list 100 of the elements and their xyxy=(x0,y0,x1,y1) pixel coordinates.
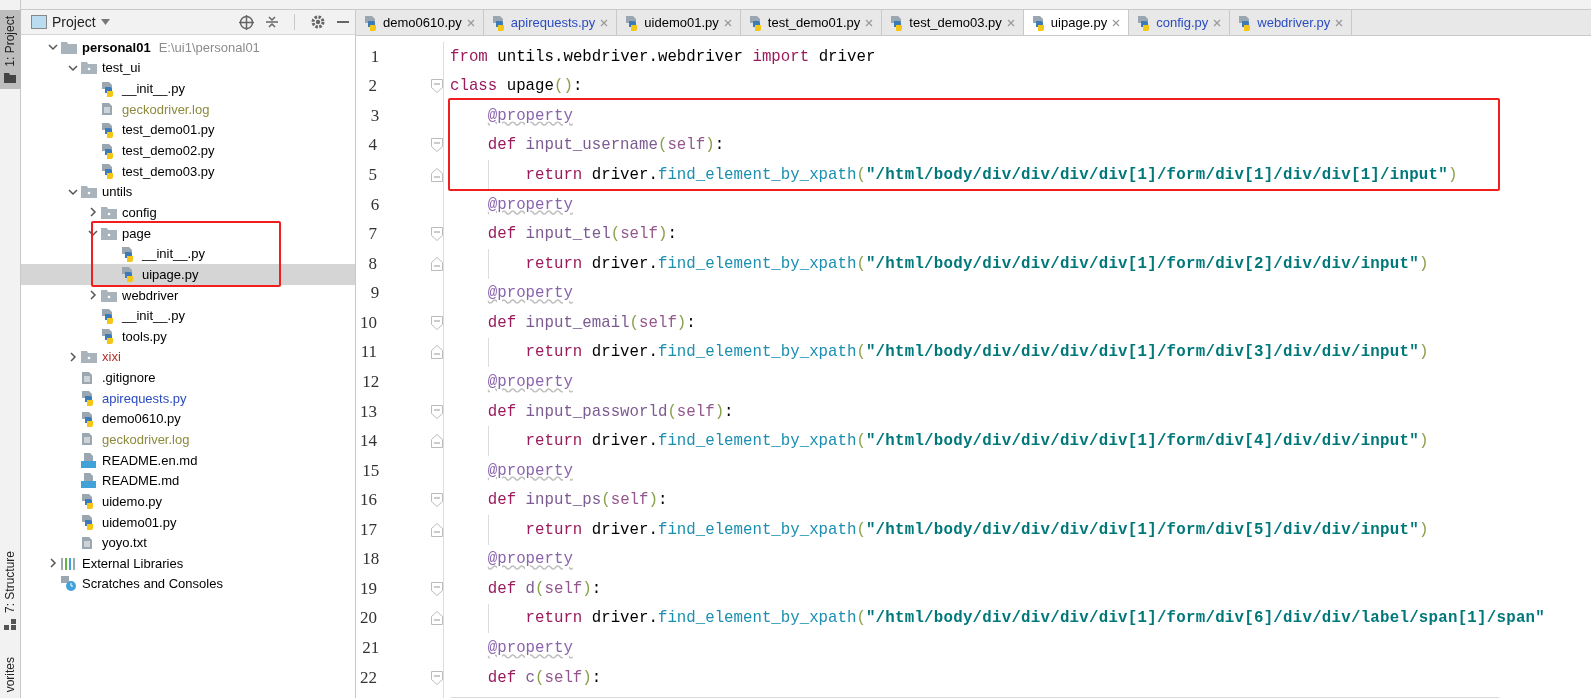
tree-item[interactable]: apirequests.py xyxy=(21,387,355,409)
line-number: 11 xyxy=(360,342,377,363)
fold-icon[interactable] xyxy=(431,315,443,330)
panel-title[interactable]: Project xyxy=(52,14,96,30)
code-line: def d(self): xyxy=(487,579,602,598)
code-line: def input_email(self): xyxy=(487,313,696,332)
tree-item[interactable]: README.md xyxy=(21,470,355,492)
tree-item[interactable]: xixi xyxy=(21,346,355,368)
collapsed-chevron-icon[interactable] xyxy=(88,290,98,300)
code-line: return driver.find_element_by_xpath("/html/body/div/div/div/div[1]/form/div[6]/div/div/label/span[1]/span" xyxy=(525,609,1545,628)
structure-icon xyxy=(4,618,16,631)
expanded-chevron-icon[interactable] xyxy=(48,42,58,53)
fold-icon[interactable] xyxy=(431,670,443,685)
close-icon[interactable] xyxy=(1335,18,1344,27)
line-number: 1 xyxy=(369,46,380,67)
tool-window-tab[interactable]: 7: Structure xyxy=(0,544,21,637)
python-file-icon xyxy=(121,266,135,283)
code-line: @property xyxy=(487,639,573,658)
tree-item[interactable]: test_demo01.py xyxy=(21,119,355,141)
tree-item[interactable]: uipage.py xyxy=(21,264,355,285)
tree-item[interactable]: .gitignore xyxy=(21,367,355,388)
tree-item[interactable]: README.en.md xyxy=(21,449,355,471)
close-icon[interactable] xyxy=(723,18,732,27)
text-file-icon xyxy=(81,432,93,447)
minimize-icon[interactable] xyxy=(337,20,349,24)
tree-item[interactable]: __init__.py xyxy=(21,243,355,265)
tree-item[interactable]: config xyxy=(21,202,355,223)
collapsed-chevron-icon[interactable] xyxy=(48,558,58,569)
expanded-chevron-icon[interactable] xyxy=(68,186,78,197)
fold-icon[interactable] xyxy=(431,345,443,360)
line-number: 21 xyxy=(361,638,380,659)
close-icon[interactable] xyxy=(1112,18,1121,27)
tool-window-tab[interactable]: vorites xyxy=(0,650,21,698)
folder-icon xyxy=(101,288,117,302)
fold-icon[interactable] xyxy=(431,434,443,449)
code-line: @property xyxy=(487,195,573,214)
python-file-icon xyxy=(101,121,115,138)
fold-icon[interactable] xyxy=(431,611,443,626)
fold-icon[interactable] xyxy=(431,79,443,94)
tree-item[interactable]: __init__.py xyxy=(21,78,355,99)
tree-item[interactable]: personal01 E:\ui1\personal01 xyxy=(21,37,355,58)
code-line: def input_passworld(self): xyxy=(487,402,734,421)
tree-item[interactable]: uidemo01.py xyxy=(21,511,355,533)
python-file-icon xyxy=(81,390,95,407)
collapsed-chevron-icon[interactable] xyxy=(88,207,98,218)
line-number: 4 xyxy=(367,135,377,156)
code-line: def input_ps(self): xyxy=(487,491,668,510)
tree-item[interactable]: demo0610.py xyxy=(21,408,355,430)
tree-item[interactable]: geckodriver.log xyxy=(21,429,355,450)
fold-icon[interactable] xyxy=(431,168,443,183)
code-line: def c(self): xyxy=(487,668,602,687)
python-file-icon xyxy=(1238,14,1253,31)
tree-item[interactable]: test_demo02.py xyxy=(21,140,355,161)
code-line: def input_tel(self): xyxy=(487,225,677,244)
close-icon[interactable] xyxy=(466,18,475,27)
close-icon[interactable] xyxy=(1213,18,1222,27)
fold-icon[interactable] xyxy=(431,227,443,242)
fold-icon[interactable] xyxy=(431,493,443,508)
code-line: from untils.webdriver.webdriver import driver xyxy=(450,47,876,66)
tree-item[interactable]: webdriver xyxy=(21,284,355,306)
tree-item[interactable]: Scratches and Consoles xyxy=(21,573,355,595)
tree-item[interactable]: untils xyxy=(21,181,355,203)
tree-item[interactable]: test_ui xyxy=(21,57,355,79)
expanded-chevron-icon[interactable] xyxy=(68,62,78,73)
line-number: 13 xyxy=(360,401,377,422)
fold-icon[interactable] xyxy=(431,138,443,153)
locate-icon[interactable] xyxy=(239,14,254,30)
tree-item[interactable]: uidemo.py xyxy=(21,491,355,512)
fold-icon[interactable] xyxy=(431,404,443,419)
tree-item[interactable]: page xyxy=(21,222,355,244)
code-line: @property xyxy=(487,461,573,480)
python-file-icon xyxy=(101,163,115,180)
python-file-icon xyxy=(101,328,115,345)
markdown-file-icon xyxy=(81,473,96,489)
tree-item[interactable]: tools.py xyxy=(21,325,355,347)
fold-icon[interactable] xyxy=(431,256,443,271)
python-file-icon xyxy=(364,14,378,31)
expanded-chevron-icon[interactable] xyxy=(88,228,98,239)
tree-item[interactable]: External Libraries xyxy=(21,553,355,574)
fold-icon[interactable] xyxy=(431,581,443,596)
tree-item[interactable]: __init__.py xyxy=(21,305,355,326)
collapsed-chevron-icon[interactable] xyxy=(68,351,78,362)
line-number: 20 xyxy=(360,608,377,629)
code-line: return driver.find_element_by_xpath("/html/body/div/div/div/div[1]/form/div[1]/div/div[1]/input") xyxy=(525,166,1458,185)
close-icon[interactable] xyxy=(1006,18,1015,27)
tree-item[interactable]: geckodriver.log xyxy=(21,98,355,120)
line-number: 2 xyxy=(367,76,377,97)
settings-icon[interactable] xyxy=(311,15,325,29)
tree-item[interactable]: yoyo.txt xyxy=(21,532,355,553)
folder-icon xyxy=(81,350,97,364)
line-number: 12 xyxy=(361,371,380,392)
dropdown-caret-icon[interactable] xyxy=(100,19,110,25)
fold-icon[interactable] xyxy=(431,522,443,537)
close-icon[interactable] xyxy=(600,18,609,27)
tree-item[interactable]: test_demo03.py xyxy=(21,160,355,182)
editor-tab[interactable]: uipage.py xyxy=(1023,10,1130,35)
folder-icon xyxy=(81,61,97,75)
collapse-all-icon[interactable] xyxy=(266,15,278,29)
close-icon[interactable] xyxy=(865,18,874,27)
tool-window-tab[interactable]: 1: Project xyxy=(0,10,21,89)
